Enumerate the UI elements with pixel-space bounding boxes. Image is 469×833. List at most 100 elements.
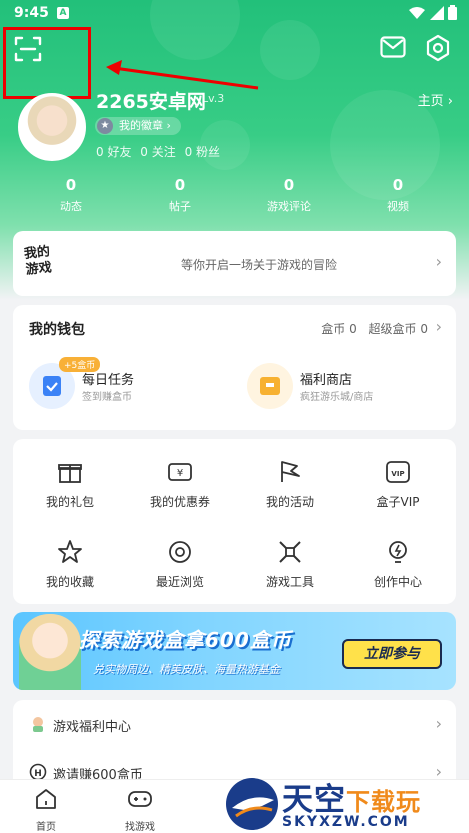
mail-icon [380, 36, 406, 58]
username: 2265安卓网 [96, 91, 206, 113]
stat-game-reviews[interactable]: 0 游戏评论 [259, 176, 319, 214]
wifi-icon [409, 7, 426, 19]
grid-item-label: 我的活动 [265, 495, 314, 509]
status-bar: 9:45 A [0, 0, 469, 28]
banner-join-button[interactable]: 立即参与 [342, 639, 442, 669]
task-subtitle: 签到赚盒币 [82, 392, 132, 403]
signal-icon [429, 6, 444, 20]
avatar[interactable] [18, 93, 86, 161]
my-games-slogan: 等你开启一场关于游戏的冒险 [181, 258, 338, 272]
settings-button[interactable] [424, 34, 452, 62]
daily-task-button[interactable]: +5盒币 每日任务 签到赚盒币 [29, 357, 209, 409]
status-icons [409, 5, 457, 24]
flag-icon [281, 461, 300, 482]
wallet-title: 我的钱包 [29, 322, 85, 338]
grid-item-creator[interactable]: 创作中心 [353, 539, 443, 590]
site-watermark: 天空下载玩 SKYXZW.COM [220, 772, 469, 833]
chevron-right-icon: › [435, 252, 442, 271]
tab-label: 找游戏 [125, 822, 155, 833]
svg-text:¥: ¥ [177, 468, 183, 479]
wallet-card: 我的钱包 盒币 0 超级盒币 0 › +5盒币 每日任务 签到赚盒币 福利商店 … [13, 305, 456, 430]
tools-icon [279, 541, 301, 563]
gift-icon [58, 464, 82, 483]
stat-label: 视频 [387, 200, 409, 213]
super-coin-balance: 超级盒币 0 [368, 322, 428, 336]
task-title: 福利商店 [300, 373, 353, 388]
watermark-main: 天空 [282, 782, 346, 818]
grid-item-vip[interactable]: VIP 盒子VIP [353, 459, 443, 510]
welfare-center-icon [33, 717, 43, 732]
stat-value: 0 [392, 176, 404, 194]
watermark-accent: 下载玩 [346, 788, 421, 816]
sim-icon: A [57, 7, 69, 19]
task-subtitle: 疯狂游乐城/商店 [300, 392, 374, 403]
fans-count[interactable]: 0 粉丝 [185, 145, 220, 159]
watermark-text: 天空下载玩 [282, 774, 421, 819]
stat-posts-dynamic[interactable]: 0 动态 [41, 176, 101, 214]
following-count[interactable]: 0 关注 [140, 145, 175, 159]
coupon-icon: ¥ [168, 463, 192, 481]
svg-text:VIP: VIP [391, 470, 404, 478]
shop-icon [247, 363, 293, 409]
grid-item-activities[interactable]: 我的活动 [245, 459, 335, 510]
my-badges-label: 我的徽章 › [119, 119, 171, 132]
tab-label: 首页 [36, 822, 56, 833]
grid-item-label: 创作中心 [373, 575, 422, 589]
watermark-logo-icon [226, 778, 278, 830]
feature-grid: 我的礼包 ¥ 我的优惠券 我的活动 VIP 盒子VIP 我的收藏 最近浏览 游戏… [13, 439, 456, 604]
chevron-right-icon: › [435, 317, 442, 336]
medal-icon: ★ [97, 118, 113, 134]
grid-item-label: 我的优惠券 [149, 495, 210, 509]
grid-item-gifts[interactable]: 我的礼包 [25, 459, 115, 510]
list-item-welfare-center[interactable]: 游戏福利中心 › [13, 702, 456, 746]
grid-item-label: 我的礼包 [45, 495, 94, 509]
stat-value: 0 [65, 176, 77, 194]
social-counts: 0 好友 0 关注 0 粉丝 [96, 143, 225, 160]
highlight-annotation-box [3, 27, 91, 99]
tab-home[interactable]: 首页 [16, 788, 76, 833]
coin-balance: 盒币 0 [321, 322, 357, 336]
stat-label: 动态 [60, 200, 82, 213]
grid-item-tools[interactable]: 游戏工具 [245, 539, 335, 590]
gear-icon [426, 34, 450, 62]
message-button[interactable] [380, 36, 408, 62]
grid-item-recent[interactable]: 最近浏览 [135, 539, 225, 590]
banner-subline: 兑实物周边、精美皮肤、海量热游基金 [93, 663, 280, 676]
vip-icon: VIP [386, 461, 410, 483]
svg-text:H: H [34, 769, 42, 779]
my-badges-button[interactable]: ★ 我的徽章 › [95, 117, 181, 135]
stat-label: 游戏评论 [267, 200, 311, 213]
stats-row: 0 动态 0 帖子 0 游戏评论 0 视频 [0, 176, 469, 222]
wallet-coins[interactable]: 盒币 0 超级盒币 0 [313, 320, 428, 337]
bulb-icon [389, 541, 407, 563]
chevron-right-icon: › [435, 714, 442, 733]
stat-threads[interactable]: 0 帖子 [150, 176, 210, 214]
eye-icon [169, 541, 191, 563]
stat-value: 0 [174, 176, 186, 194]
stat-value: 0 [283, 176, 295, 194]
my-games-card[interactable]: 我的 游戏 等你开启一场关于游戏的冒险 › [13, 231, 456, 296]
stat-videos[interactable]: 0 视频 [368, 176, 428, 214]
watermark-url: SKYXZW.COM [282, 814, 410, 830]
task-title: 每日任务 [82, 373, 135, 388]
grid-item-label: 盒子VIP [376, 495, 420, 509]
grid-item-coupons[interactable]: ¥ 我的优惠券 [135, 459, 225, 510]
banner-character-image [19, 614, 81, 690]
battery-icon [448, 5, 457, 20]
home-icon [36, 789, 56, 809]
banner-headline: 探索游戏盒拿600盒币 [79, 628, 292, 652]
gamepad-icon [128, 791, 152, 807]
welfare-shop-button[interactable]: 福利商店 疯狂游乐城/商店 [247, 363, 427, 409]
grid-item-label: 最近浏览 [155, 575, 204, 589]
homepage-link[interactable]: 主页 › [418, 90, 453, 109]
level-badge: Lv.3 [202, 92, 225, 105]
stat-label: 帖子 [169, 200, 191, 213]
grid-item-label: 我的收藏 [45, 575, 94, 589]
red-arrow-annotation [106, 60, 259, 90]
friends-count[interactable]: 0 好友 [96, 145, 131, 159]
grid-item-label: 游戏工具 [265, 575, 314, 589]
promo-banner[interactable]: 探索游戏盒拿600盒币 兑实物周边、精美皮肤、海量热游基金 立即参与 [13, 612, 456, 690]
logo-line-2: 游戏 [24, 260, 53, 278]
tab-find-games[interactable]: 找游戏 [110, 788, 170, 833]
grid-item-favorites[interactable]: 我的收藏 [25, 539, 115, 590]
